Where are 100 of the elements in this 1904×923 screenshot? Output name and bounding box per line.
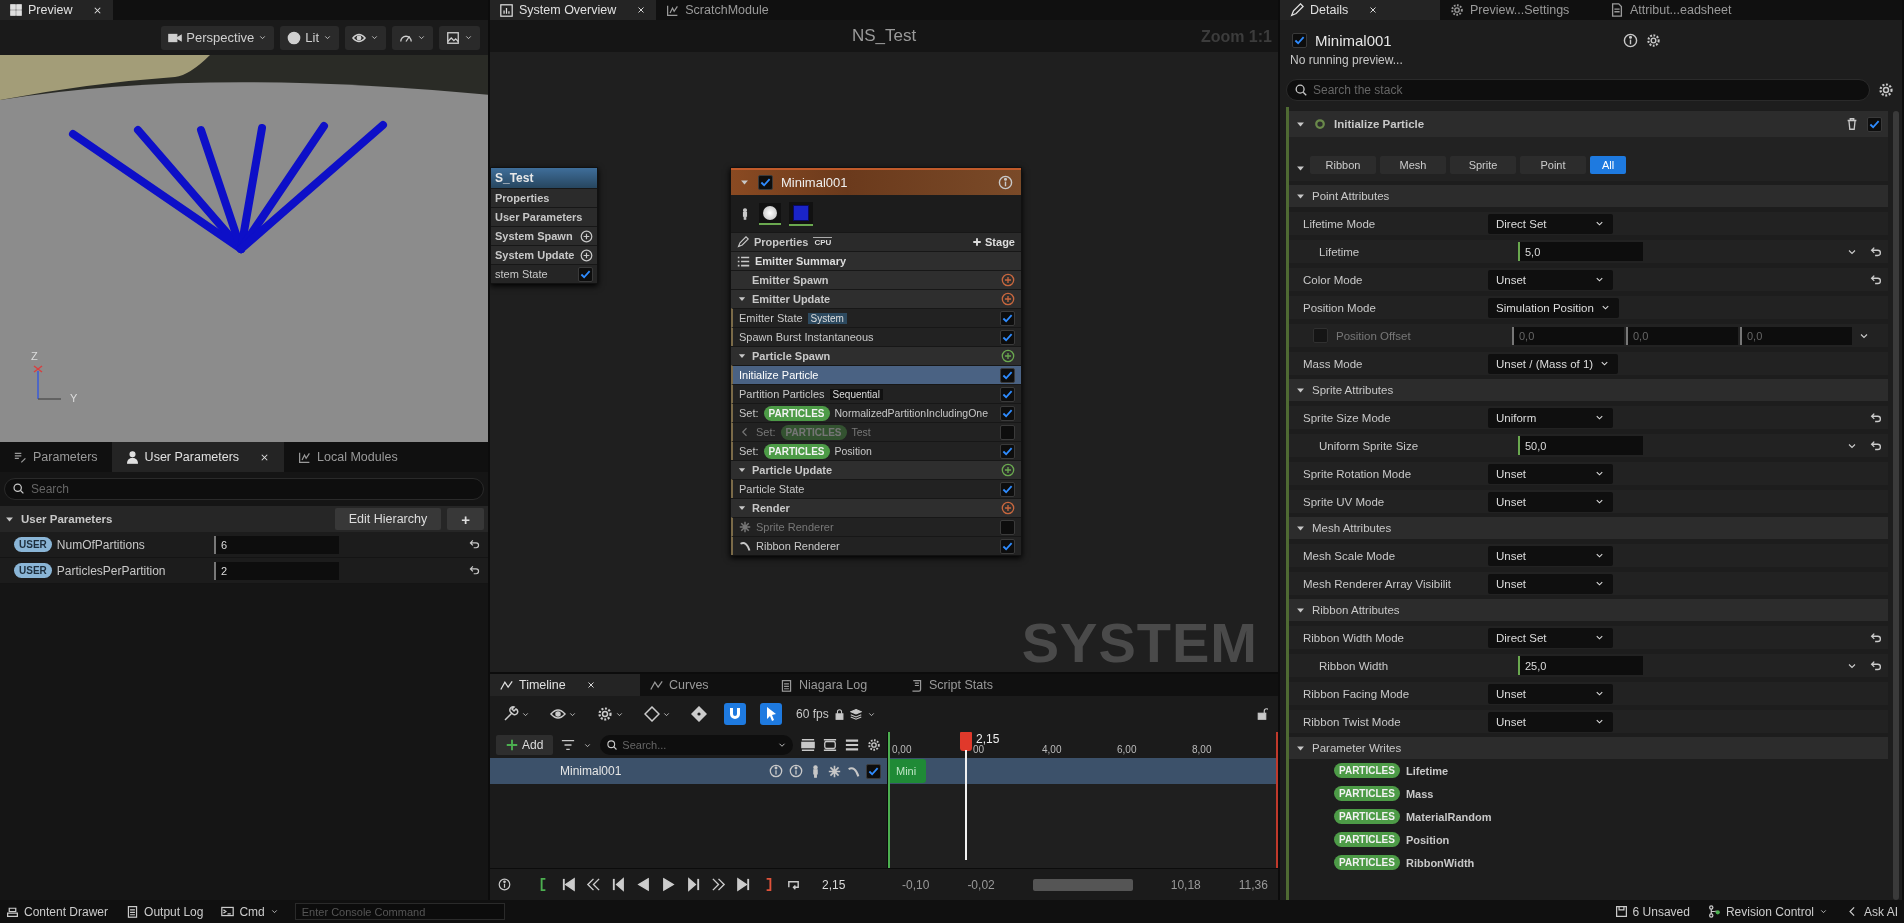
number-field[interactable]: 5,0 xyxy=(1518,242,1643,261)
console-field[interactable]: Enter Console Command xyxy=(294,903,505,920)
add-button[interactable]: + xyxy=(447,508,484,530)
search-field[interactable]: Search xyxy=(4,478,484,500)
reset-icon[interactable] xyxy=(1869,410,1883,425)
mode-dropdown[interactable]: Uniform xyxy=(1488,407,1613,428)
mode-dropdown[interactable]: Unset xyxy=(1488,711,1613,732)
details-tab[interactable]: Attribut...eadsheet xyxy=(1600,0,1760,20)
mode-dropdown[interactable]: Unset xyxy=(1488,269,1613,290)
checkbox[interactable] xyxy=(1000,386,1015,402)
filter-button[interactable]: Mesh xyxy=(1380,156,1446,174)
status-button[interactable]: Revision Control xyxy=(1705,904,1830,919)
add-icon[interactable] xyxy=(1001,273,1015,287)
details-tab[interactable]: Details xyxy=(1280,0,1440,20)
playhead-marker[interactable] xyxy=(960,732,972,751)
mode-dropdown[interactable]: Simulation Position xyxy=(1488,297,1619,318)
reset-icon[interactable] xyxy=(1869,272,1883,287)
viewport-menu-button[interactable] xyxy=(345,25,386,50)
number-field[interactable]: 0,0 xyxy=(1740,326,1852,345)
module-label[interactable]: Partition Particles xyxy=(739,388,825,400)
checkbox[interactable] xyxy=(1867,116,1882,132)
reset-icon[interactable] xyxy=(1869,658,1883,673)
panel-tab[interactable]: User Parameters xyxy=(111,442,285,472)
number-field[interactable]: 25,0 xyxy=(1518,656,1643,675)
checkbox[interactable] xyxy=(866,763,881,779)
add-icon[interactable] xyxy=(1001,501,1015,515)
toolbar-button[interactable] xyxy=(724,703,746,725)
viewport-menu-button[interactable]: Perspective xyxy=(161,25,275,50)
renderer-label[interactable]: Sprite Renderer xyxy=(756,521,834,533)
status-button[interactable]: Cmd xyxy=(219,904,281,919)
add-icon[interactable] xyxy=(1001,349,1015,363)
reset-icon[interactable] xyxy=(1869,630,1883,645)
module-label[interactable]: Spawn Burst Instantaneous xyxy=(739,331,874,343)
add-button[interactable]: Add xyxy=(496,735,554,755)
toolbar-button[interactable] xyxy=(760,703,782,725)
status-button[interactable]: Output Log xyxy=(124,904,206,919)
number-field[interactable]: 0,0 xyxy=(1512,326,1624,345)
search-field[interactable]: Search... xyxy=(600,735,793,755)
timeline-tab[interactable]: Niagara Log xyxy=(770,674,900,696)
filter-button[interactable]: All xyxy=(1590,156,1626,174)
checkbox[interactable] xyxy=(1000,424,1015,440)
number-field[interactable]: 0,0 xyxy=(1626,326,1738,345)
checkbox[interactable] xyxy=(1313,328,1328,343)
status-button[interactable]: Ask AI xyxy=(1844,904,1900,919)
filter-button[interactable]: Point xyxy=(1520,156,1586,174)
emitter-node[interactable] xyxy=(730,167,1022,556)
checkbox[interactable] xyxy=(1000,405,1015,421)
status-button[interactable]: Content Drawer xyxy=(4,904,111,919)
checkbox[interactable] xyxy=(1292,33,1307,48)
scrollbar[interactable] xyxy=(1893,111,1899,900)
panel-tab[interactable]: Local Modules xyxy=(284,442,412,472)
mode-dropdown[interactable]: Direct Set xyxy=(1488,213,1613,234)
mode-dropdown[interactable]: Unset xyxy=(1488,491,1613,512)
module-label[interactable]: Particle State xyxy=(739,483,805,495)
checkbox[interactable] xyxy=(1000,443,1015,459)
module-label[interactable]: Initialize Particle xyxy=(739,369,819,381)
preview-tab[interactable]: Preview xyxy=(0,0,114,20)
add-stage-button[interactable]: Stage xyxy=(972,236,1015,248)
checkbox[interactable] xyxy=(578,266,593,282)
graph-tab[interactable]: ScratchModule xyxy=(656,0,779,20)
add-icon[interactable] xyxy=(1001,292,1015,306)
number-field[interactable]: 50,0 xyxy=(1518,436,1643,455)
viewport-menu-button[interactable] xyxy=(392,25,433,50)
add-icon[interactable] xyxy=(1001,463,1015,477)
search-field[interactable]: Search the stack xyxy=(1286,79,1870,101)
mode-dropdown[interactable]: Unset xyxy=(1488,545,1613,566)
viewport-menu-button[interactable] xyxy=(439,25,480,50)
toolbar-button[interactable] xyxy=(688,703,710,725)
value-field[interactable]: 6 xyxy=(214,535,339,554)
checkbox[interactable] xyxy=(1000,519,1015,535)
reset-icon[interactable] xyxy=(1869,438,1883,453)
scrollbar-thumb[interactable] xyxy=(1032,878,1133,891)
status-button[interactable]: 6 Unsaved xyxy=(1612,904,1692,919)
texture-thumbnail[interactable] xyxy=(793,204,809,221)
timeline-tab[interactable]: Script Stats xyxy=(900,674,1030,696)
filter-button[interactable]: Ribbon xyxy=(1310,156,1376,174)
filter-button[interactable]: Sprite xyxy=(1450,156,1516,174)
checkbox[interactable] xyxy=(1000,329,1015,345)
timeline-tab[interactable]: Timeline xyxy=(490,674,640,696)
value-field[interactable]: 2 xyxy=(214,561,339,580)
panel-tab[interactable]: Parameters xyxy=(0,442,112,472)
checkbox[interactable] xyxy=(1000,538,1015,554)
details-tab[interactable]: Preview...Settings xyxy=(1440,0,1600,20)
mode-dropdown[interactable]: Unset xyxy=(1488,463,1613,484)
mode-dropdown[interactable]: Direct Set xyxy=(1488,627,1613,648)
mode-dropdown[interactable]: Unset xyxy=(1488,683,1613,704)
timeline-tab[interactable]: Curves xyxy=(640,674,770,696)
system-node[interactable]: S_Test Properties User Parameters System Spawn System Update stem State xyxy=(490,167,598,284)
graph-tab[interactable]: System Overview xyxy=(490,0,657,20)
checkbox[interactable] xyxy=(1000,310,1015,326)
reset-icon[interactable] xyxy=(1869,244,1883,259)
edit-hierarchy-button[interactable]: Edit Hierarchy xyxy=(334,508,442,530)
viewport-menu-button[interactable]: Lit xyxy=(280,25,339,50)
module-label[interactable]: Emitter State xyxy=(739,312,803,324)
checkbox[interactable] xyxy=(1000,481,1015,497)
checkbox[interactable] xyxy=(758,175,773,190)
renderer-label[interactable]: Ribbon Renderer xyxy=(756,540,840,552)
checkbox[interactable] xyxy=(1000,367,1015,383)
properties-label[interactable]: Properties xyxy=(754,236,809,248)
mode-dropdown[interactable]: Unset / (Mass of 1) xyxy=(1488,353,1619,374)
